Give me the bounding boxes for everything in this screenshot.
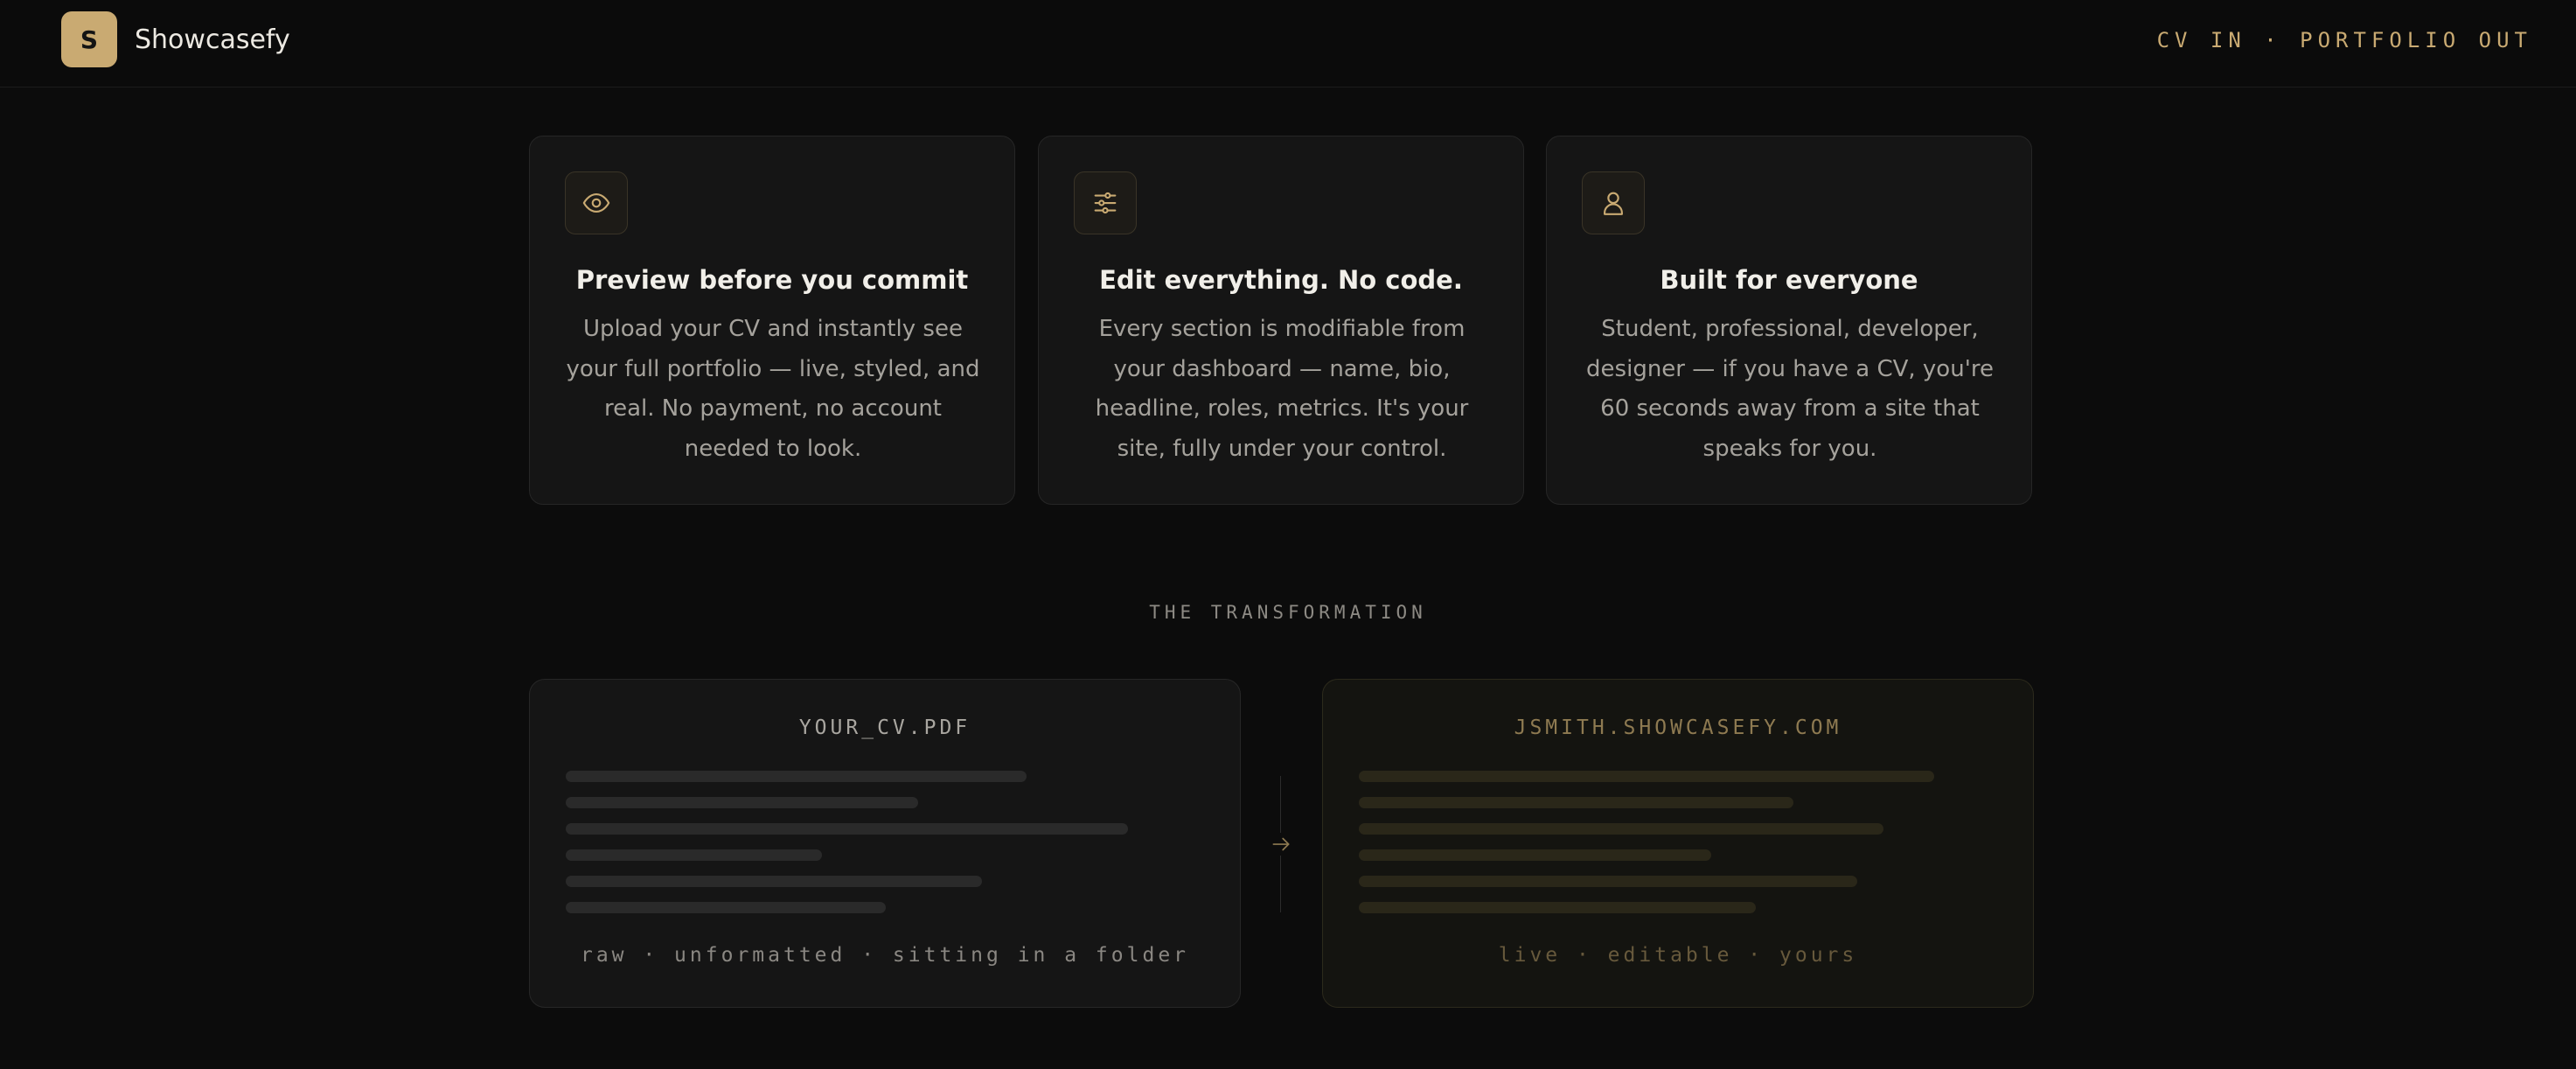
feature-title: Edit everything. No code. — [1099, 265, 1463, 295]
placeholder-line — [1359, 876, 1857, 887]
user-icon — [1582, 171, 1645, 234]
placeholder-line — [566, 771, 1027, 782]
feature-description: Upload your CV and instantly see your fu… — [566, 316, 980, 462]
cv-file-panel: YOUR_CV.PDF raw · unformatted · sitting … — [529, 679, 1241, 1008]
placeholder-line — [566, 849, 822, 861]
placeholder-line — [566, 876, 982, 887]
feature-description: Student, professional, developer, design… — [1586, 316, 1994, 462]
feature-description: Every section is modifiable from your da… — [1095, 316, 1469, 462]
feature-title: Built for everyone — [1660, 265, 1918, 295]
placeholder-line — [1359, 902, 1756, 913]
portfolio-site-panel: JSMITH.SHOWCASEFY.COM live · editable · … — [1322, 679, 2034, 1008]
placeholder-line — [1359, 797, 1793, 808]
placeholder-line — [566, 823, 1128, 835]
top-bar: S Showcasefy CV IN · PORTFOLIO OUT — [0, 0, 2576, 87]
placeholder-line — [1359, 849, 1711, 861]
panel-title: JSMITH.SHOWCASEFY.COM — [1514, 716, 1842, 739]
tagline: CV IN · PORTFOLIO OUT — [2156, 28, 2532, 52]
feature-title: Preview before you commit — [575, 265, 969, 295]
panel-title: YOUR_CV.PDF — [798, 716, 971, 739]
sliders-icon — [1074, 171, 1137, 234]
section-label: THE TRANSFORMATION — [1149, 602, 1427, 623]
eye-icon — [565, 171, 628, 234]
placeholder-line — [1359, 823, 1883, 835]
logo-mark[interactable]: S — [61, 11, 117, 67]
feature-card-edit: Edit everything. No code. Every section … — [1038, 136, 1524, 505]
placeholder-line — [1359, 771, 1934, 782]
arrow-right-icon — [1270, 833, 1292, 856]
panel-caption: live · editable · yours — [1498, 944, 1858, 967]
brand-name[interactable]: Showcasefy — [135, 23, 290, 58]
feature-card-everyone: Built for everyone Student, professional… — [1546, 136, 2032, 505]
placeholder-line — [566, 797, 918, 808]
panel-caption: raw · unformatted · sitting in a folder — [580, 944, 1190, 967]
placeholder-line — [566, 902, 886, 913]
feature-card-preview: Preview before you commit Upload your CV… — [529, 136, 1015, 505]
